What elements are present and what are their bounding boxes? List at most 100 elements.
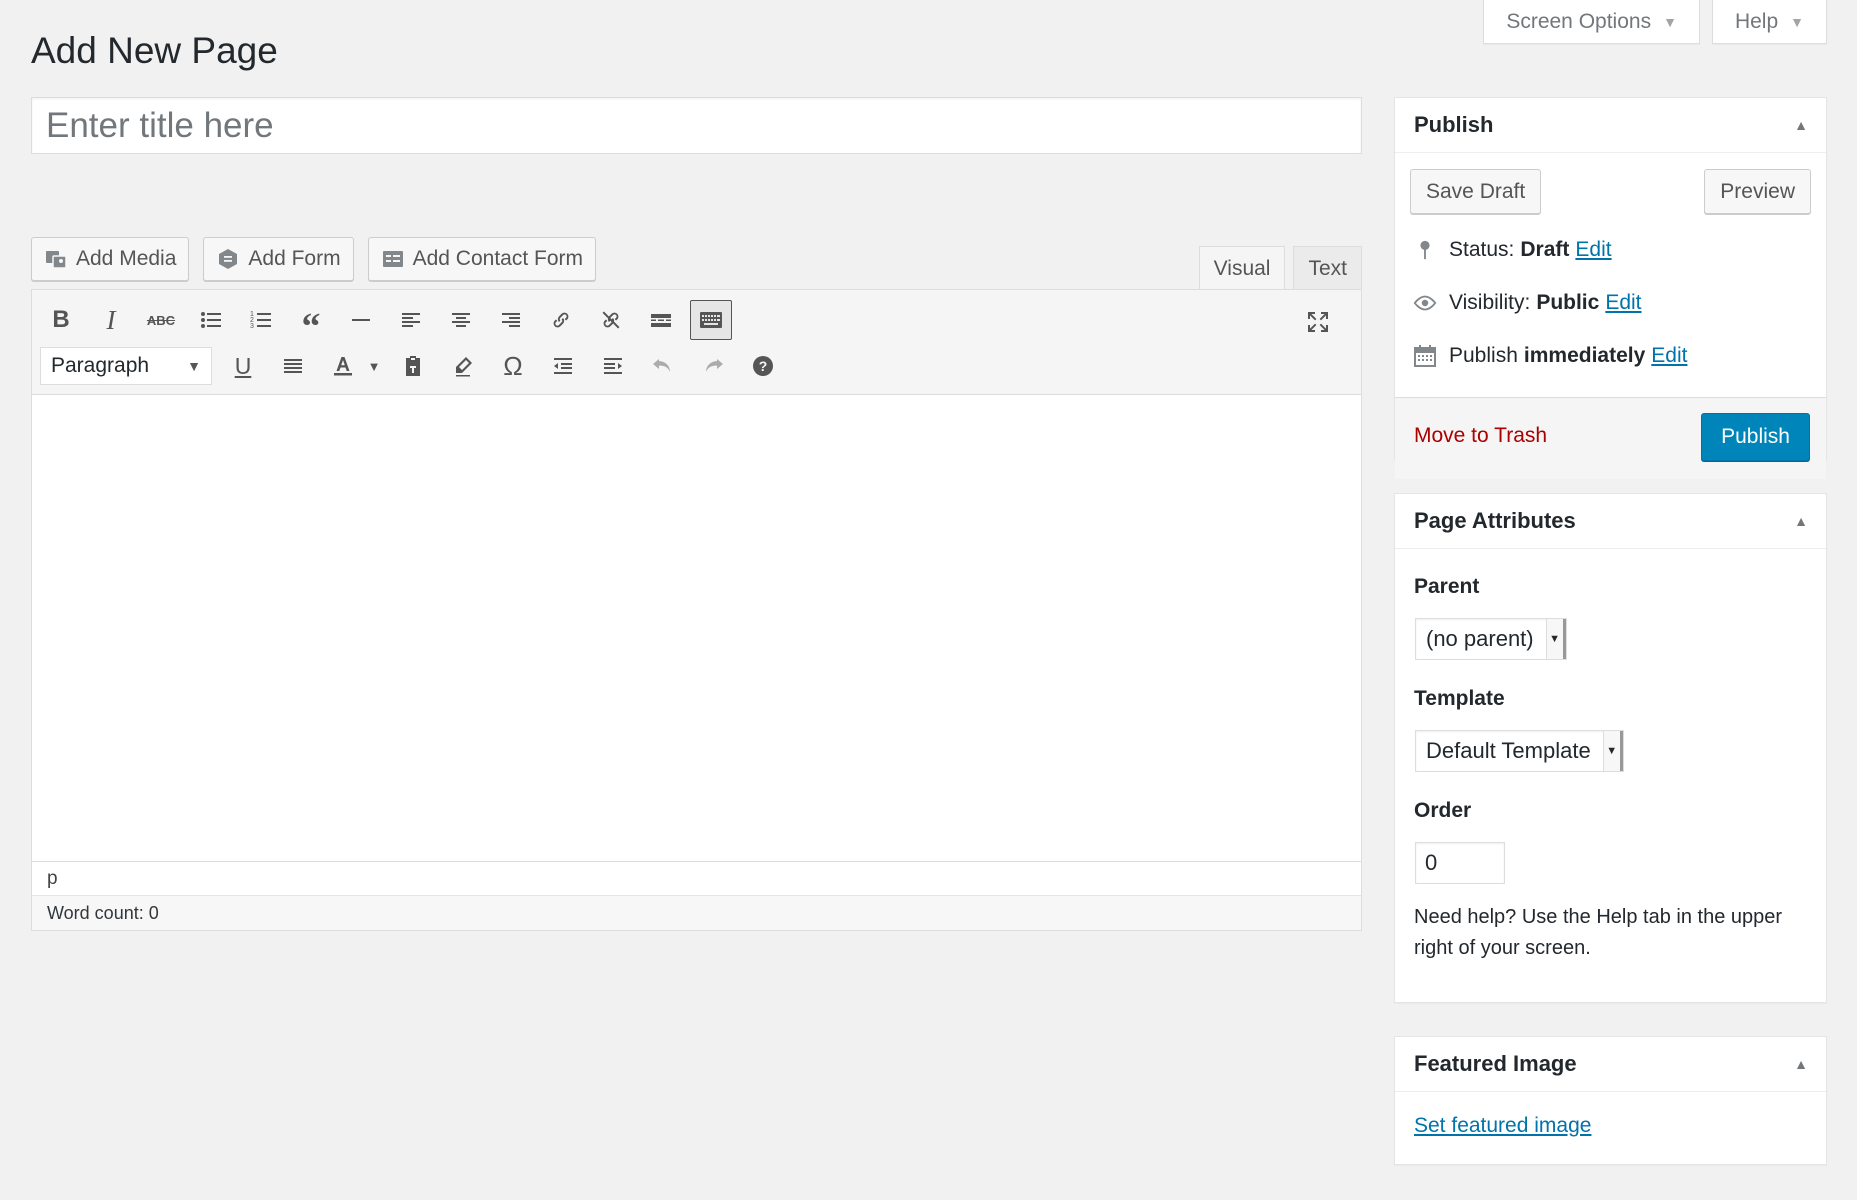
add-media-label: Add Media [76, 247, 177, 270]
help-icon[interactable]: ? [742, 346, 784, 386]
page-attributes-title: Page Attributes [1414, 508, 1576, 533]
publish-date-row: Publish immediately Edit [1395, 329, 1826, 382]
title-placeholder: Enter title here [46, 105, 274, 145]
format-select-value: Paragraph [51, 354, 150, 377]
visibility-value: Public [1536, 290, 1600, 314]
publish-date-label: Publish [1449, 343, 1518, 367]
undo-icon[interactable] [642, 346, 684, 386]
page-attributes-header[interactable]: Page Attributes ▲ [1395, 494, 1826, 549]
toolbar-row-2: Paragraph ▼ U ▼ Ω ? [40, 346, 792, 386]
chevron-down-icon: ▼ [1602, 731, 1623, 771]
read-more-icon[interactable] [640, 300, 682, 340]
featured-image-box: Featured Image ▲ Set featured image [1394, 1036, 1827, 1165]
clear-formatting-icon[interactable] [442, 346, 484, 386]
visibility-label: Visibility: [1449, 290, 1531, 314]
add-form-label: Add Form [248, 247, 341, 270]
align-left-icon[interactable] [390, 300, 432, 340]
redo-icon[interactable] [692, 346, 734, 386]
bold-icon[interactable]: B [40, 300, 82, 340]
add-contact-form-label: Add Contact Form [412, 247, 584, 270]
screen-options-toggle[interactable]: Screen Options ▼ [1483, 0, 1700, 44]
move-to-trash-link[interactable]: Move to Trash [1414, 424, 1547, 448]
screen-meta-links: Screen Options ▼ Help ▼ [1483, 0, 1827, 44]
media-icon [44, 247, 68, 271]
blockquote-icon[interactable]: “ [290, 300, 332, 346]
format-select[interactable]: Paragraph ▼ [40, 347, 212, 385]
featured-image-header[interactable]: Featured Image ▲ [1395, 1037, 1826, 1092]
add-media-button[interactable]: Add Media [31, 237, 190, 281]
parent-select-value: (no parent) [1426, 626, 1534, 651]
title-input[interactable]: Enter title here [31, 97, 1362, 154]
parent-select[interactable]: (no parent) ▼ [1415, 618, 1567, 660]
publish-button[interactable]: Publish [1701, 413, 1810, 461]
edit-visibility-link[interactable]: Edit [1605, 291, 1641, 315]
page-attributes-help-text: Need help? Use the Help tab in the upper… [1414, 906, 1783, 959]
help-toggle[interactable]: Help ▼ [1711, 0, 1827, 44]
collapse-toggle-icon[interactable]: ▲ [1794, 117, 1808, 133]
edit-status-link[interactable]: Edit [1575, 238, 1611, 262]
edit-publish-date-link[interactable]: Edit [1651, 344, 1687, 368]
featured-image-title: Featured Image [1414, 1051, 1577, 1076]
status-row: Status: Draft Edit [1395, 223, 1826, 276]
tab-text[interactable]: Text [1293, 246, 1362, 290]
calendar-icon [1411, 344, 1439, 368]
tab-visual[interactable]: Visual [1198, 246, 1286, 290]
major-publishing-actions: Move to Trash Publish [1395, 397, 1826, 479]
add-form-button[interactable]: Add Form [203, 237, 354, 281]
editor-tabs: Visual Text [1198, 246, 1362, 290]
triangle-down-icon: ▼ [1663, 13, 1677, 30]
chevron-down-icon: ▼ [187, 358, 201, 374]
element-path: p [32, 861, 1361, 895]
publish-box-title: Publish [1414, 112, 1494, 137]
svg-text:?: ? [759, 358, 768, 374]
collapse-toggle-icon[interactable]: ▲ [1794, 1056, 1808, 1072]
order-input[interactable]: 0 [1415, 842, 1505, 884]
align-right-icon[interactable] [490, 300, 532, 340]
chevron-down-icon: ▼ [1545, 619, 1566, 659]
italic-icon[interactable]: I [90, 300, 132, 340]
paste-as-text-icon[interactable] [392, 346, 434, 386]
horizontal-line-icon[interactable] [340, 300, 382, 340]
underline-icon[interactable]: U [222, 346, 264, 386]
insert-link-icon[interactable] [540, 300, 582, 340]
remove-link-icon[interactable] [590, 300, 632, 340]
pin-icon [1411, 239, 1439, 261]
publish-date-value: immediately [1523, 343, 1646, 367]
preview-button[interactable]: Preview [1704, 169, 1811, 214]
screen-options-label: Screen Options [1506, 9, 1652, 33]
toolbar-row-1: B I ABC 123 “ [40, 300, 740, 346]
contact-form-icon [381, 247, 405, 271]
fullscreen-icon[interactable] [1297, 302, 1339, 342]
toolbar-toggle-icon[interactable] [690, 300, 732, 340]
add-contact-form-button[interactable]: Add Contact Form [367, 237, 597, 281]
set-featured-image-link[interactable]: Set featured image [1414, 1114, 1591, 1137]
justify-icon[interactable] [272, 346, 314, 386]
parent-label: Parent [1414, 575, 1480, 598]
help-label: Help [1734, 9, 1779, 33]
publish-box: Publish ▲ Save Draft Preview Status: Dra… [1394, 97, 1827, 479]
order-label: Order [1414, 799, 1472, 822]
numbered-list-icon[interactable]: 123 [240, 300, 282, 340]
indent-icon[interactable] [592, 346, 634, 386]
template-label: Template [1414, 687, 1505, 710]
form-icon [216, 247, 240, 271]
minor-publishing-actions: Save Draft Preview [1395, 153, 1826, 223]
text-color-dropdown-icon[interactable]: ▼ [364, 346, 384, 386]
align-center-icon[interactable] [440, 300, 482, 340]
strikethrough-icon[interactable]: ABC [140, 300, 182, 340]
collapse-toggle-icon[interactable]: ▲ [1794, 513, 1808, 529]
word-count: Word count: 0 [32, 895, 1361, 930]
special-character-icon[interactable]: Ω [492, 346, 534, 386]
status-value: Draft [1520, 237, 1570, 261]
outdent-icon[interactable] [542, 346, 584, 386]
save-draft-button[interactable]: Save Draft [1410, 169, 1542, 214]
editor-content-area[interactable] [32, 395, 1361, 861]
order-input-value: 0 [1425, 850, 1438, 875]
template-select-value: Default Template [1426, 738, 1591, 763]
editor-toolbar: B I ABC 123 “ Paragraph ▼ U ▼ Ω ? [32, 290, 1361, 395]
template-select[interactable]: Default Template ▼ [1415, 730, 1624, 772]
bullet-list-icon[interactable] [190, 300, 232, 340]
publish-box-header[interactable]: Publish ▲ [1395, 98, 1826, 153]
text-color-icon[interactable] [322, 346, 364, 386]
page-title: Add New Page [31, 30, 278, 71]
